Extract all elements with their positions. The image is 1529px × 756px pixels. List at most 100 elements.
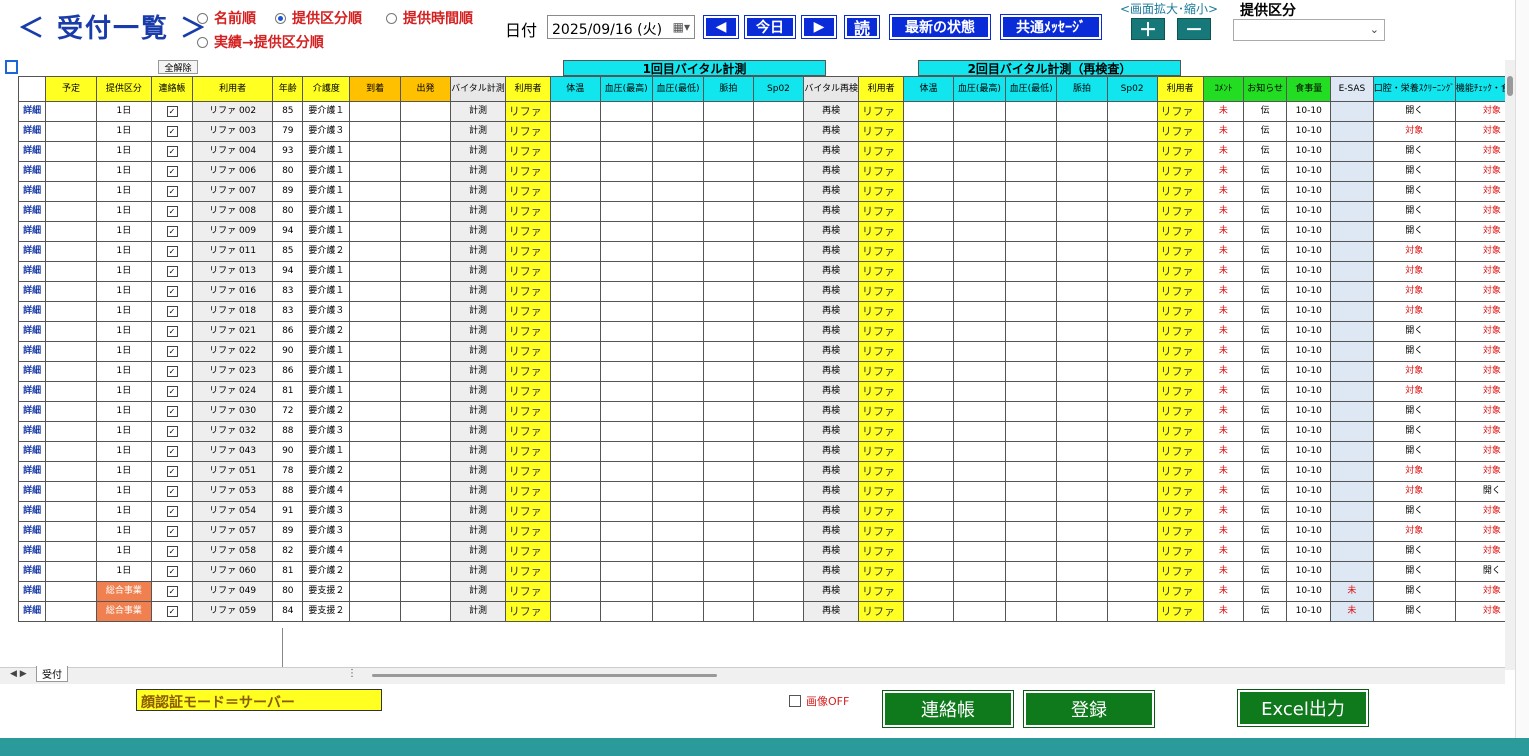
teikyo-kubun-cell[interactable]: 1日 — [95, 221, 153, 242]
arrival-cell[interactable] — [349, 341, 401, 362]
comment-cell[interactable]: 未 — [1202, 281, 1244, 302]
pulse2-cell[interactable] — [1056, 321, 1108, 342]
esas-cell[interactable] — [1330, 161, 1374, 182]
meal-amount-cell[interactable]: 10-10 — [1286, 501, 1332, 522]
checkbox-checked-icon[interactable]: ✓ — [166, 326, 178, 337]
schedule-cell[interactable] — [45, 401, 97, 422]
temp-cell[interactable] — [550, 541, 601, 562]
checkbox-checked-icon[interactable]: ✓ — [166, 386, 178, 397]
notice-cell[interactable]: 伝 — [1242, 501, 1288, 522]
vital-recheck-button[interactable]: 再検 — [803, 401, 859, 422]
notice-cell[interactable]: 伝 — [1242, 361, 1288, 382]
bp-high-cell[interactable] — [599, 261, 653, 282]
vital-measure-button[interactable]: 計測 — [450, 401, 506, 422]
notice-cell[interactable]: 伝 — [1242, 121, 1288, 142]
notice-cell[interactable]: 伝 — [1242, 561, 1288, 582]
comment-cell[interactable]: 未 — [1202, 561, 1244, 582]
spo2-cell[interactable] — [752, 541, 805, 562]
bp-high-cell[interactable] — [599, 301, 653, 322]
temp2-cell[interactable] — [903, 481, 954, 502]
column-header[interactable]: ｺﾒﾝﾄ — [1202, 76, 1244, 102]
bp-low-cell[interactable] — [651, 521, 705, 542]
checkbox-checked-icon[interactable]: ✓ — [166, 306, 178, 317]
arrival-cell[interactable] — [349, 481, 401, 502]
temp-cell[interactable] — [550, 401, 601, 422]
bp-high-cell[interactable] — [599, 421, 653, 442]
temp2-cell[interactable] — [903, 101, 954, 122]
spo2-2-cell[interactable] — [1106, 401, 1158, 422]
column-header[interactable]: 食事量 — [1286, 76, 1332, 102]
esas-cell[interactable] — [1330, 141, 1374, 162]
esas-cell[interactable] — [1330, 101, 1374, 122]
bp-high2-cell[interactable] — [952, 221, 1007, 242]
arrival-cell[interactable] — [349, 221, 401, 242]
departure-cell[interactable] — [399, 461, 452, 482]
detail-link[interactable]: 詳細 — [17, 481, 47, 502]
user-name-cell[interactable]: リファ 009 — [191, 221, 274, 242]
teikyo-kubun-cell[interactable]: 総合事業 — [95, 601, 153, 622]
user-name-cell[interactable]: リファ 058 — [191, 541, 274, 562]
vital-recheck-button[interactable]: 再検 — [803, 221, 859, 242]
notice-cell[interactable]: 伝 — [1242, 461, 1288, 482]
departure-cell[interactable] — [399, 361, 452, 382]
user-name-cell[interactable]: リファ 011 — [191, 241, 274, 262]
bp-low-cell[interactable] — [651, 561, 705, 582]
oral-screening-cell[interactable]: 開く — [1372, 561, 1456, 582]
temp-cell[interactable] — [550, 421, 601, 442]
detail-link[interactable]: 詳細 — [17, 181, 47, 202]
bp-high-cell[interactable] — [599, 401, 653, 422]
meal-amount-cell[interactable]: 10-10 — [1286, 581, 1332, 602]
bp-high2-cell[interactable] — [952, 441, 1007, 462]
bp-low2-cell[interactable] — [1004, 441, 1058, 462]
pulse-cell[interactable] — [703, 381, 754, 402]
schedule-cell[interactable] — [45, 141, 97, 162]
notice-cell[interactable]: 伝 — [1242, 421, 1288, 442]
contact-check-cell[interactable]: ✓ — [151, 561, 193, 582]
pulse-cell[interactable] — [703, 161, 754, 182]
bp-low2-cell[interactable] — [1004, 261, 1058, 282]
vital-recheck-button[interactable]: 再検 — [803, 561, 859, 582]
bp-low-cell[interactable] — [651, 481, 705, 502]
pulse2-cell[interactable] — [1056, 541, 1108, 562]
contact-check-cell[interactable]: ✓ — [151, 281, 193, 302]
checkbox-checked-icon[interactable]: ✓ — [166, 186, 178, 197]
detail-link[interactable]: 詳細 — [17, 361, 47, 382]
oral-screening-cell[interactable]: 開く — [1372, 401, 1456, 422]
spo2-cell[interactable] — [752, 221, 805, 242]
detail-link[interactable]: 詳細 — [17, 101, 47, 122]
pulse-cell[interactable] — [703, 261, 754, 282]
spo2-2-cell[interactable] — [1106, 501, 1158, 522]
checkbox-checked-icon[interactable]: ✓ — [166, 466, 178, 477]
column-header[interactable]: E-SAS — [1330, 76, 1374, 102]
temp2-cell[interactable] — [903, 501, 954, 522]
spo2-2-cell[interactable] — [1106, 341, 1158, 362]
spo2-2-cell[interactable] — [1106, 321, 1158, 342]
detail-link[interactable]: 詳細 — [17, 141, 47, 162]
bp-high-cell[interactable] — [599, 181, 653, 202]
next-day-button[interactable]: ▶ — [801, 15, 837, 39]
column-header[interactable]: 体温 — [550, 76, 601, 102]
image-off-checkbox[interactable]: 画像OFF — [789, 693, 849, 709]
bp-low2-cell[interactable] — [1004, 361, 1058, 382]
comment-cell[interactable]: 未 — [1202, 421, 1244, 442]
spo2-cell[interactable] — [752, 421, 805, 442]
oral-screening-cell[interactable]: 対象 — [1372, 121, 1456, 142]
bp-low-cell[interactable] — [651, 281, 705, 302]
user-name-cell[interactable]: リファ 059 — [191, 601, 274, 622]
bp-low2-cell[interactable] — [1004, 561, 1058, 582]
contact-check-cell[interactable]: ✓ — [151, 101, 193, 122]
oral-screening-cell[interactable]: 開く — [1372, 181, 1456, 202]
temp2-cell[interactable] — [903, 581, 954, 602]
bp-low-cell[interactable] — [651, 441, 705, 462]
column-header[interactable]: 血圧(最低) — [651, 76, 705, 102]
vital-recheck-button[interactable]: 再検 — [803, 281, 859, 302]
temp2-cell[interactable] — [903, 421, 954, 442]
comment-cell[interactable]: 未 — [1202, 481, 1244, 502]
bp-high2-cell[interactable] — [952, 421, 1007, 442]
pulse-cell[interactable] — [703, 561, 754, 582]
spo2-2-cell[interactable] — [1106, 381, 1158, 402]
bp-low-cell[interactable] — [651, 161, 705, 182]
bp-low-cell[interactable] — [651, 261, 705, 282]
oral-screening-cell[interactable]: 対象 — [1372, 521, 1456, 542]
oral-screening-cell[interactable]: 開く — [1372, 161, 1456, 182]
